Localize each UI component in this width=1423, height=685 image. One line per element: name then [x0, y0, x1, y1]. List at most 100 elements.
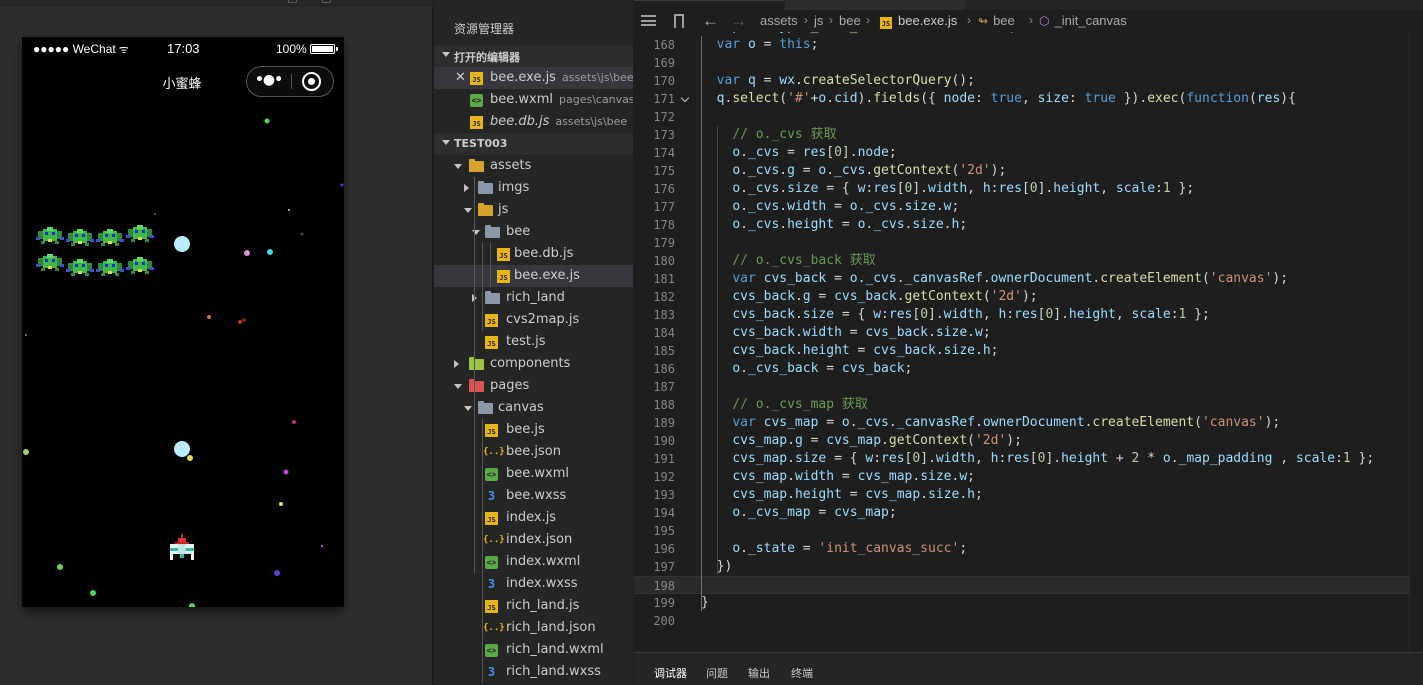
tree-folder-components[interactable]: components: [434, 353, 633, 375]
tree-folder-bee[interactable]: bee: [434, 221, 633, 243]
folder-icon: [478, 181, 493, 194]
chevron-right-icon[interactable]: [454, 360, 459, 368]
phone-screen[interactable]: ●●●●● WeChat ᯤ 17:03 100% 小蜜蜂 •●•: [22, 37, 344, 607]
code-line[interactable]: 172: [634, 108, 1423, 126]
tree-file-rich-land-wxml[interactable]: <> rich_land.wxml: [434, 639, 633, 661]
code-line[interactable]: 193 cvs_map.height = cvs_map.size.h;: [634, 486, 1423, 504]
tree-file-bee-exe-js[interactable]: JS bee.exe.js: [434, 265, 633, 287]
code-line[interactable]: 170 var q = wx.createSelectorQuery();: [634, 72, 1423, 90]
tree-folder-canvas[interactable]: canvas: [434, 397, 633, 419]
tree-file-index-json[interactable]: {..} index.json: [434, 529, 633, 551]
tree-file-bee-wxml[interactable]: <> bee.wxml: [434, 463, 633, 485]
code-line[interactable]: 194 o._cvs_map = cvs_map;: [634, 504, 1423, 522]
open-editor-bee-exe[interactable]: ✕ JS bee.exe.js assets\js\bee: [434, 67, 633, 89]
code-line[interactable]: 177 o._cvs.width = o._cvs.size.w;: [634, 198, 1423, 216]
open-editor-bee-wxml[interactable]: <> bee.wxml pages\canvas: [434, 89, 633, 111]
code-line[interactable]: 175 o._cvs.g = o._cvs.getContext('2d');: [634, 162, 1423, 180]
code-line[interactable]: 168 var o = this;: [634, 36, 1423, 54]
code-line[interactable]: 186 o._cvs_back = cvs_back;: [634, 360, 1423, 378]
toolbar-handle-icon[interactable]: [288, 0, 297, 3]
open-editor-bee-db[interactable]: JS bee.db.js assets\js\bee: [434, 111, 633, 133]
tree-file-rich-land-wxss[interactable]: 3 rich_land.wxss: [434, 661, 633, 683]
tree-file-index-wxml[interactable]: <> index.wxml: [434, 551, 633, 573]
tree-item-label: index.wxml: [506, 554, 581, 569]
editor-tab-active[interactable]: [634, 0, 784, 10]
code-line[interactable]: 183 cvs_back.size = { w:res[0].width, h:…: [634, 306, 1423, 324]
tree-folder-pages[interactable]: pages: [434, 375, 633, 397]
breadcrumb-bee[interactable]: bee: [839, 13, 861, 28]
code-line[interactable]: 185 cvs_back.height = cvs_back.size.h;: [634, 342, 1423, 360]
code-line[interactable]: 182 cvs_back.g = cvs_back.getContext('2d…: [634, 288, 1423, 306]
chevron-down-icon[interactable]: [464, 406, 472, 411]
tree-folder-rich-land[interactable]: rich_land: [434, 287, 633, 309]
breadcrumb-symbol-label: _init_canvas: [1054, 13, 1127, 28]
breadcrumb-symbol-bee[interactable]: ↬ bee: [978, 13, 1015, 28]
code-line[interactable]: 196 o._state = 'init_canvas_succ';: [634, 540, 1423, 558]
tree-folder-assets[interactable]: assets: [434, 155, 633, 177]
tree-file-bee-wxss[interactable]: 3 bee.wxss: [434, 485, 633, 507]
more-menu-button[interactable]: •●•: [247, 67, 290, 96]
overview-ruler[interactable]: [1409, 32, 1423, 652]
tab-terminal[interactable]: 终端: [791, 665, 813, 681]
code-line[interactable]: 198: [634, 576, 1423, 594]
code-line[interactable]: 169: [634, 54, 1423, 72]
game-canvas[interactable]: [22, 37, 344, 607]
forward-arrow-icon[interactable]: →: [730, 11, 747, 31]
code-line[interactable]: 200: [634, 612, 1423, 630]
tree-file-rich-land-js[interactable]: JS rich_land.js: [434, 595, 633, 617]
tree-file-bee-js[interactable]: JS bee.js: [434, 419, 633, 441]
tree-file-rich-land-json[interactable]: {..} rich_land.json: [434, 617, 633, 639]
chevron-down-icon[interactable]: [454, 384, 462, 389]
project-header[interactable]: TEST003: [434, 133, 633, 155]
code-line[interactable]: 197 }): [634, 558, 1423, 576]
tree-file-test-js[interactable]: JS test.js: [434, 331, 633, 353]
tree-folder-imgs[interactable]: imgs: [434, 177, 633, 199]
code-line[interactable]: 191 cvs_map.size = { w:res[0].width, h:r…: [634, 450, 1423, 468]
line-number: 191: [653, 452, 675, 466]
code-area[interactable]: 167bee.prototype._init_canvas = function…: [634, 32, 1423, 652]
code-line[interactable]: 184 cvs_back.width = cvs_back.size.w;: [634, 324, 1423, 342]
tab-output[interactable]: 输出: [748, 665, 770, 681]
chevron-right-icon[interactable]: [464, 184, 469, 192]
code-line[interactable]: 174 o._cvs = res[0].node;: [634, 144, 1423, 162]
code-line[interactable]: 187: [634, 378, 1423, 396]
tree-file-bee-db-js[interactable]: JS bee.db.js: [434, 243, 633, 265]
code-line[interactable]: 181 var cvs_back = o._cvs._canvasRef.own…: [634, 270, 1423, 288]
code-line[interactable]: 192 cvs_map.width = cvs_map.size.w;: [634, 468, 1423, 486]
breadcrumb-js[interactable]: js: [814, 13, 823, 28]
back-arrow-icon[interactable]: ←: [702, 11, 719, 31]
identifier-token: cvs_map: [857, 469, 913, 484]
code-line[interactable]: 173 // o._cvs 获取: [634, 126, 1423, 144]
breadcrumb-file[interactable]: JS bee.exe.js: [880, 13, 957, 29]
code-line[interactable]: 189 var cvs_map = o._cvs._canvasRef.owne…: [634, 414, 1423, 432]
chevron-down-icon[interactable]: [454, 164, 462, 169]
bookmark-icon[interactable]: [674, 14, 684, 29]
open-editors-header[interactable]: 打开的编辑器: [434, 45, 633, 67]
fold-chevron-icon[interactable]: [680, 93, 690, 103]
code-line[interactable]: 178 o._cvs.height = o._cvs.size.h;: [634, 216, 1423, 234]
close-icon[interactable]: ✕: [455, 70, 466, 85]
tree-file-cvs2map-js[interactable]: JS cvs2map.js: [434, 309, 633, 331]
code-line[interactable]: 190 cvs_map.g = cvs_map.getContext('2d')…: [634, 432, 1423, 450]
code-line[interactable]: 176 o._cvs.size = { w:res[0].width, h:re…: [634, 180, 1423, 198]
code-editor: ← → assets › js › bee › JS bee.exe.js › ↬…: [634, 0, 1423, 685]
tab-debugger[interactable]: 调试器: [654, 665, 687, 681]
chevron-down-icon[interactable]: [464, 208, 472, 213]
breadcrumb-assets[interactable]: assets: [760, 13, 798, 28]
tree-folder-js[interactable]: js: [434, 199, 633, 221]
list-icon[interactable]: [641, 15, 656, 26]
code-line[interactable]: 195: [634, 522, 1423, 540]
breadcrumb-symbol-init-canvas[interactable]: ⬡ _init_canvas: [1039, 13, 1127, 28]
tree-file-index-wxss[interactable]: 3 index.wxss: [434, 573, 633, 595]
code-line[interactable]: 199}: [634, 594, 1423, 612]
code-line[interactable]: 171 q.select('#'+o.cid).fields({ node: t…: [634, 90, 1423, 108]
tree-file-index-js[interactable]: JS index.js: [434, 507, 633, 529]
toolbar-handle-icon[interactable]: [322, 0, 331, 3]
code-line[interactable]: 179: [634, 234, 1423, 252]
code-line[interactable]: 188 // o._cvs_map 获取: [634, 396, 1423, 414]
editor-tab[interactable]: [785, 0, 965, 10]
code-line[interactable]: 180 // o._cvs_back 获取: [634, 252, 1423, 270]
tab-problems[interactable]: 问题: [706, 665, 728, 681]
tree-file-bee-json[interactable]: {..} bee.json: [434, 441, 633, 463]
close-miniprogram-button[interactable]: [302, 72, 321, 91]
